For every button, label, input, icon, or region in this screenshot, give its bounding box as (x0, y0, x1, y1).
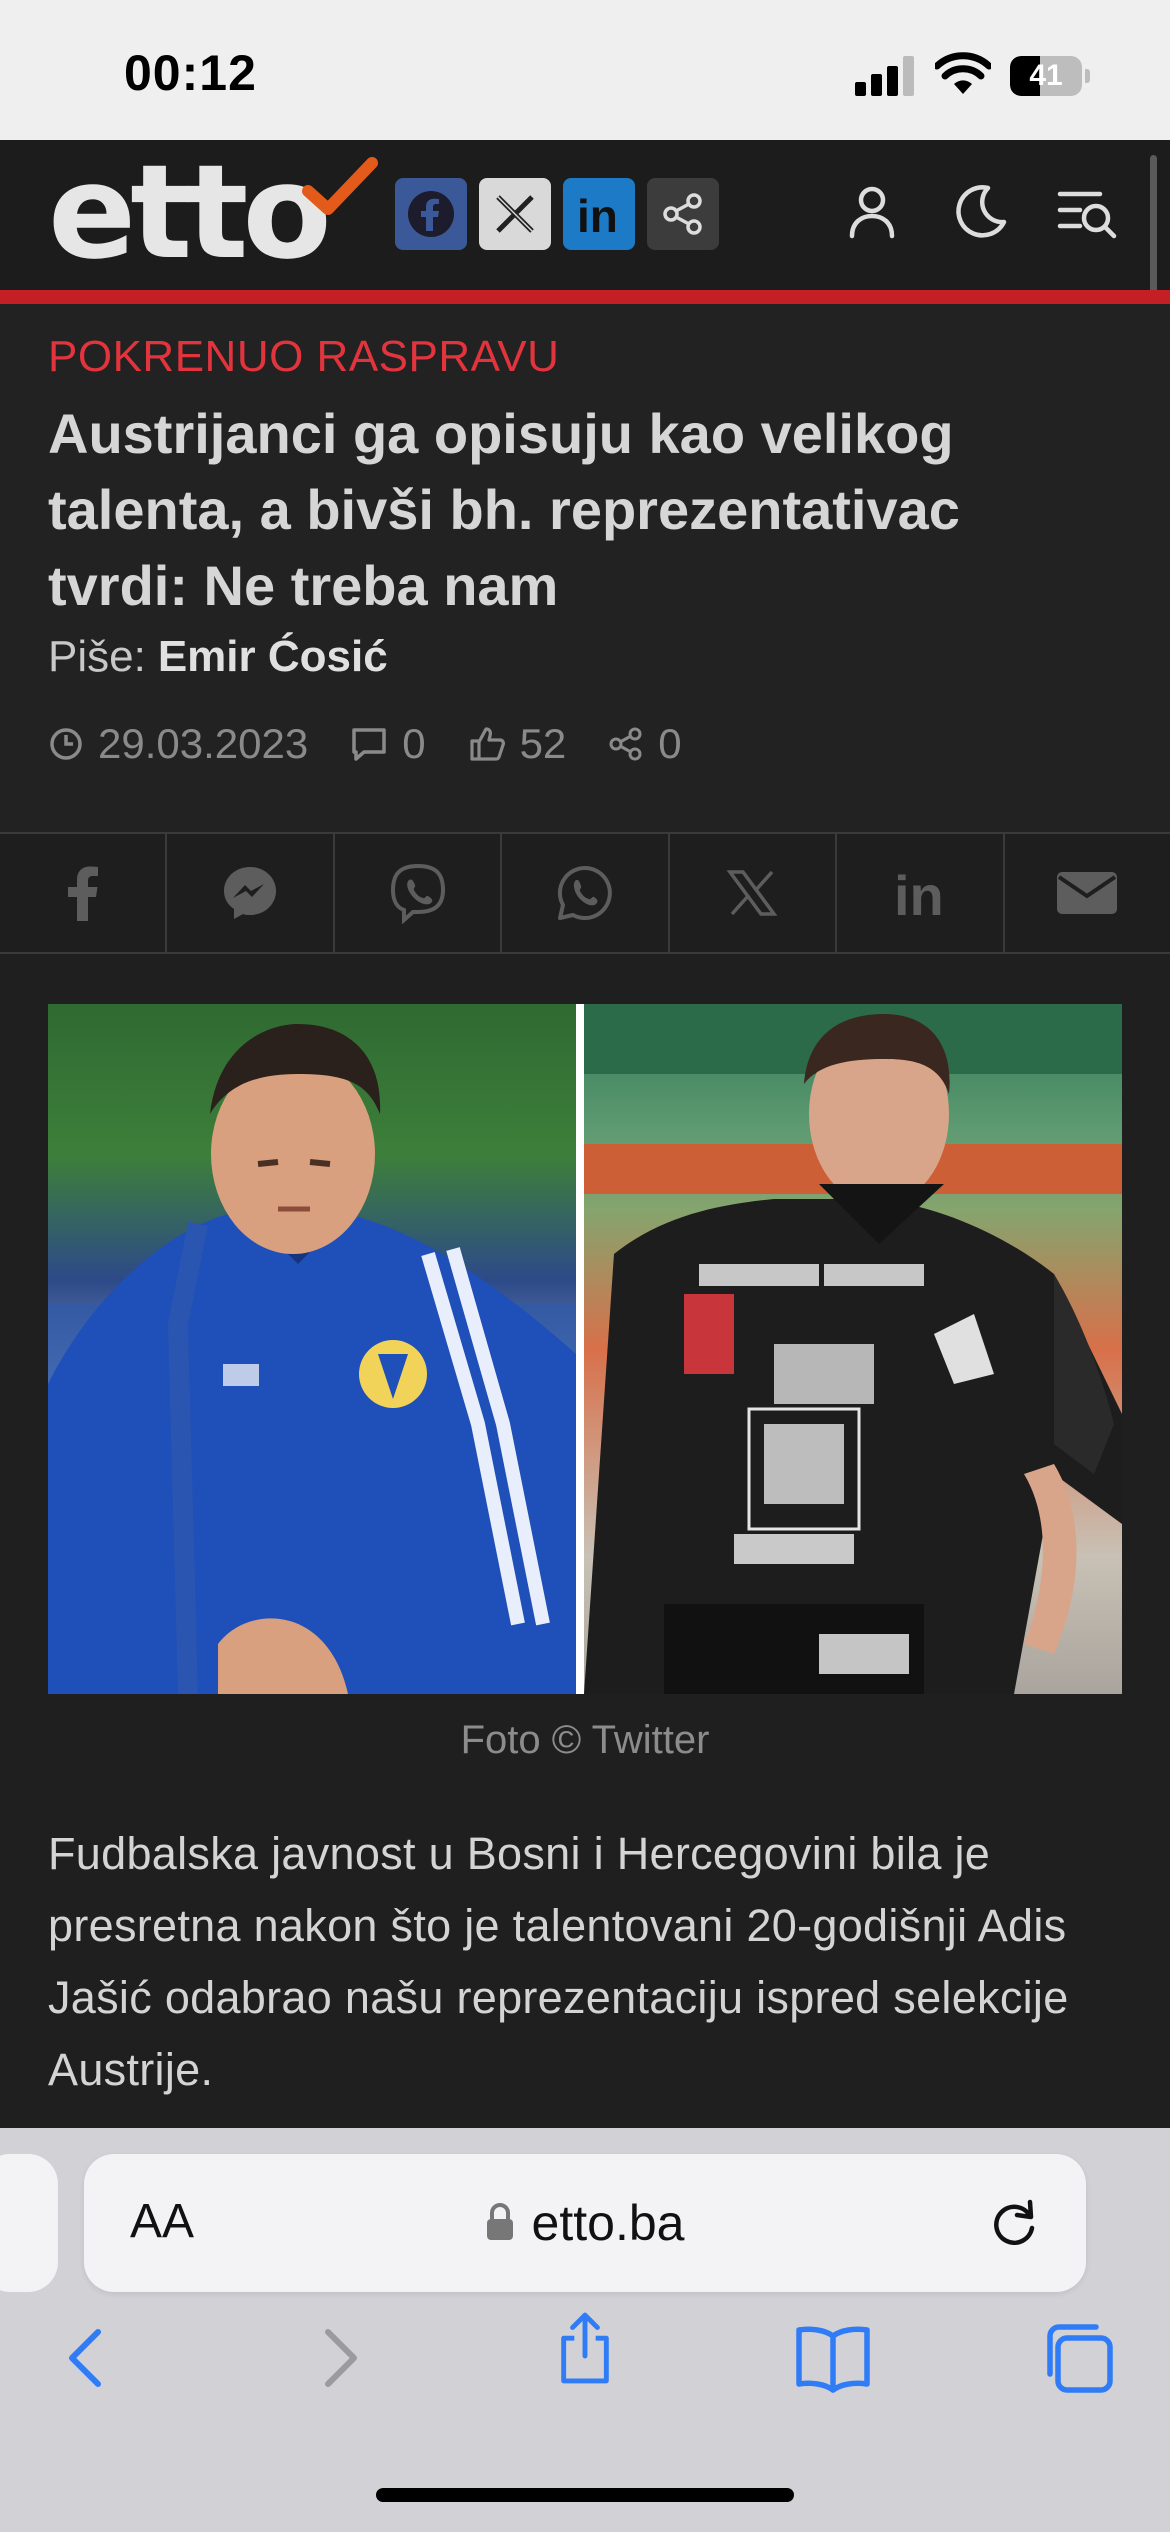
article-date: 29.03.2023 (98, 720, 309, 767)
logo-check-icon (302, 157, 379, 215)
facebook-icon[interactable] (395, 178, 467, 250)
byline-label: Piše: (48, 632, 146, 681)
linkedin-icon[interactable]: in (563, 178, 635, 250)
lock-icon (486, 2202, 513, 2240)
user-icon[interactable] (840, 180, 904, 244)
share-facebook-button[interactable] (0, 834, 168, 952)
back-icon[interactable] (48, 2318, 128, 2398)
svg-text:in: in (577, 190, 618, 240)
x-icon[interactable] (479, 178, 551, 250)
likes-count: 52 (519, 720, 567, 767)
status-bar: 00:12 41 (0, 0, 1170, 140)
author-name[interactable]: Emir Ćosić (158, 632, 388, 681)
battery-icon: 41 (1010, 56, 1090, 96)
battery-label: 41 (1029, 59, 1063, 92)
article-body: Fudbalska javnost u Bosni i Hercegovini … (48, 1828, 1069, 2095)
home-indicator (376, 2488, 794, 2502)
clock-icon (50, 728, 82, 760)
share-count-icon (609, 727, 642, 761)
share-email-button[interactable] (1005, 834, 1170, 952)
photo-player-left (48, 1004, 576, 1694)
shares-count: 0 (658, 720, 682, 767)
share-icon[interactable] (545, 2308, 625, 2388)
share-messenger-button[interactable] (167, 834, 335, 952)
share-x-button[interactable] (670, 834, 838, 952)
reload-icon[interactable] (986, 2194, 1042, 2250)
bookmarks-icon[interactable] (793, 2318, 873, 2398)
viber-icon (390, 863, 445, 924)
social-links: in (395, 178, 719, 250)
tabs-icon[interactable] (1040, 2318, 1120, 2398)
comments-count: 0 (402, 720, 426, 767)
svg-text:in: in (894, 867, 944, 919)
article-title: Austrijanci ga opisuju kao velikog talen… (48, 402, 960, 617)
menu-search-icon[interactable] (1056, 180, 1120, 244)
likes-item[interactable]: 52 (468, 720, 567, 768)
previous-tab-edge[interactable] (0, 2154, 58, 2292)
comment-icon (352, 728, 386, 761)
url-text: etto.ba (531, 2195, 685, 2251)
browser-toolbar (0, 2312, 1170, 2418)
x-icon (726, 870, 778, 916)
email-icon (1057, 872, 1118, 914)
messenger-icon (224, 867, 277, 919)
article-kicker: POKRENUO RASPRAVU (48, 332, 560, 381)
share-whatsapp-button[interactable] (502, 834, 670, 952)
signal-icon (855, 56, 915, 96)
shares-item[interactable]: 0 (608, 720, 682, 768)
status-time: 00:12 (124, 45, 257, 101)
url-display[interactable]: etto.ba (84, 2154, 1086, 2292)
facebook-icon (67, 866, 98, 921)
forward-icon[interactable] (298, 2318, 378, 2398)
site-logo[interactable]: etto (48, 147, 379, 277)
date-item: 29.03.2023 (48, 720, 308, 768)
photo-player-right (584, 1004, 1122, 1694)
linkedin-icon: in (894, 867, 944, 919)
byline: Piše: Emir Ćosić (48, 632, 388, 682)
comments-item[interactable]: 0 (350, 720, 426, 768)
article-photo[interactable] (48, 1004, 1122, 1694)
site-header: etto in (0, 140, 1170, 290)
share-viber-button[interactable] (335, 834, 503, 952)
accent-divider (0, 290, 1170, 304)
article-meta: 29.03.2023 0 52 0 (48, 720, 724, 768)
photo-caption: Foto © Twitter (460, 1718, 710, 1762)
share-icon[interactable] (647, 178, 719, 250)
article-header: POKRENUO RASPRAVU Austrijanci ga opisuju… (0, 304, 1170, 832)
thumbs-up-icon (469, 727, 505, 761)
whatsapp-icon (557, 865, 612, 920)
address-bar[interactable]: AA etto.ba (84, 2154, 1086, 2292)
browser-bottom-bar: AA etto.ba (0, 2128, 1170, 2532)
share-linkedin-button[interactable]: in (837, 834, 1005, 952)
moon-icon[interactable] (948, 180, 1012, 244)
wifi-icon (935, 52, 991, 94)
share-bar: in (0, 832, 1170, 954)
